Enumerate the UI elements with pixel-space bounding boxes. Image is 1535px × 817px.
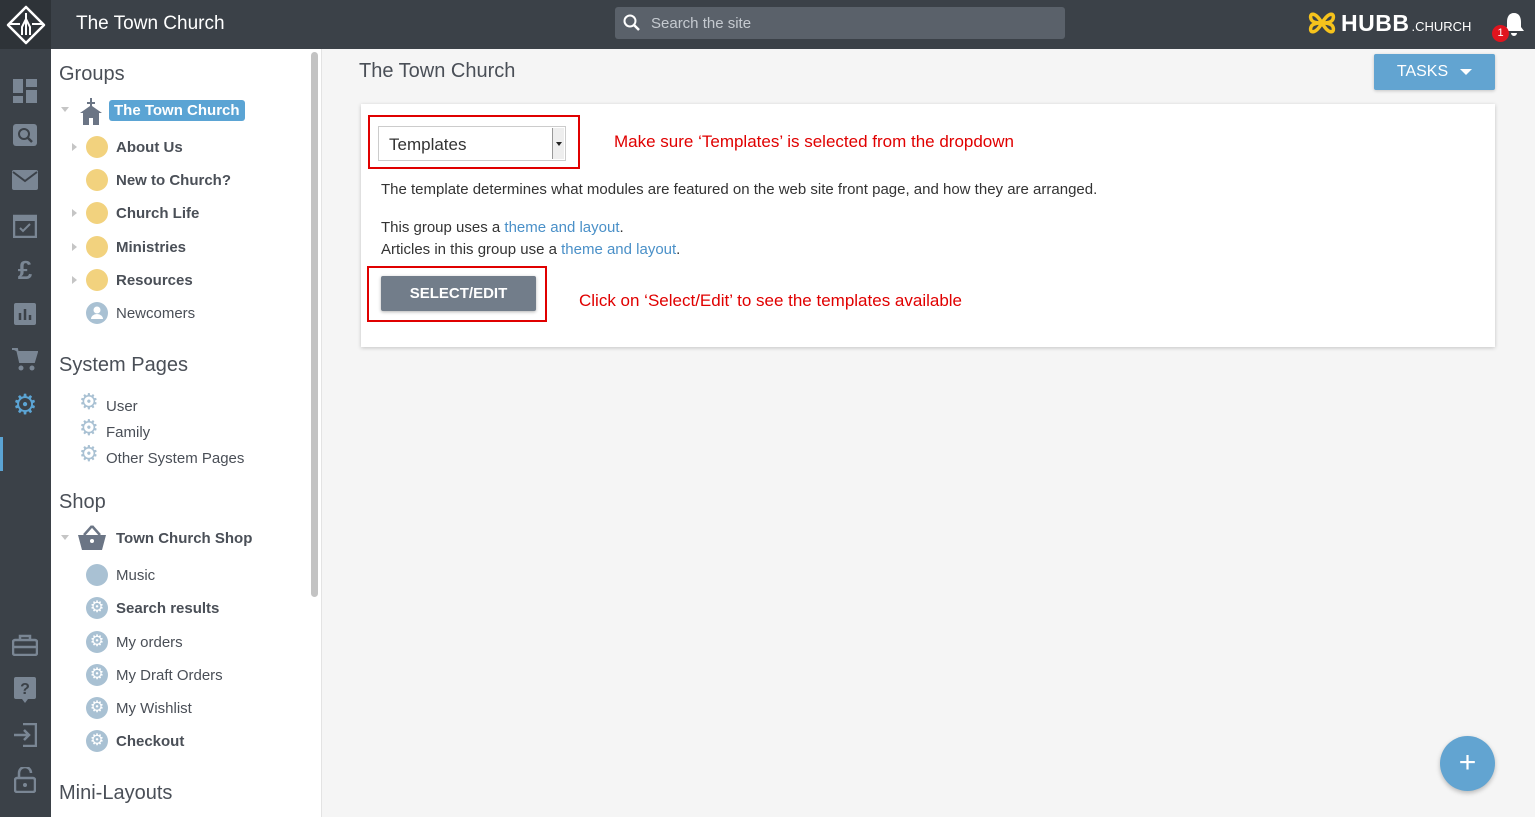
shop-item-checkout[interactable]: ⚙ Checkout <box>51 728 301 754</box>
search-placeholder: Search the site <box>651 14 752 32</box>
system-pages-heading: System Pages <box>59 354 188 376</box>
hubb-logo: HUBB .CHURCH <box>1307 9 1471 37</box>
collapse-icon[interactable] <box>61 107 69 112</box>
search-icon[interactable] <box>12 123 38 149</box>
svg-text:?: ? <box>20 681 30 698</box>
login-icon[interactable] <box>12 722 38 748</box>
expand-icon[interactable] <box>72 243 77 251</box>
chart-icon[interactable] <box>12 301 38 327</box>
mini-layouts-heading: Mini-Layouts <box>59 782 173 804</box>
expand-icon[interactable] <box>72 143 77 151</box>
dashboard-icon[interactable] <box>12 78 38 104</box>
gear-icon: ⚙ <box>86 697 108 719</box>
selected-group-label[interactable]: The Town Church <box>109 99 245 121</box>
collapse-icon[interactable] <box>61 535 69 540</box>
shop-item-my-orders[interactable]: ⚙ My orders <box>51 629 301 655</box>
group-theme-line: This group uses a theme and layout. <box>381 219 624 236</box>
select-edit-button[interactable]: SELECT/EDIT <box>381 276 536 311</box>
active-indicator <box>0 437 3 471</box>
sidebar-scrollbar[interactable] <box>308 49 322 817</box>
gear-icon[interactable]: ⚙ <box>12 389 38 420</box>
groups-heading: Groups <box>59 63 125 85</box>
gear-icon: ⚙ <box>79 415 99 440</box>
template-description: The template determines what modules are… <box>381 181 1098 198</box>
church-logo[interactable] <box>0 0 51 49</box>
expand-icon[interactable] <box>72 276 77 284</box>
tree-root-town-church[interactable]: The Town Church <box>51 97 301 125</box>
group-about-us[interactable]: About Us <box>51 134 301 160</box>
articles-theme-line: Articles in this group use a theme and l… <box>381 241 681 258</box>
app-title: The Town Church <box>76 13 225 34</box>
mail-icon[interactable] <box>12 167 38 193</box>
shop-item-music[interactable]: Music <box>51 562 301 588</box>
scrollbar-thumb[interactable] <box>311 52 318 597</box>
theme-layout-link[interactable]: theme and layout <box>504 219 619 236</box>
gear-icon: ⚙ <box>79 389 99 414</box>
system-page-other[interactable]: ⚙ Other System Pages <box>51 441 301 471</box>
shop-item-draft-orders[interactable]: ⚙ My Draft Orders <box>51 662 301 688</box>
add-button[interactable]: + <box>1440 736 1495 791</box>
articles-theme-layout-link[interactable]: theme and layout <box>561 241 676 258</box>
group-newcomers[interactable]: Newcomers <box>51 300 301 326</box>
gear-icon: ⚙ <box>86 597 108 619</box>
person-icon <box>86 302 108 324</box>
folder-icon <box>86 269 108 291</box>
caret-down-icon <box>1460 69 1473 75</box>
group-tree-sidebar: Groups The Town Church About Us New to C… <box>51 49 308 817</box>
page-title: The Town Church <box>359 60 516 82</box>
shop-item-wishlist[interactable]: ⚙ My Wishlist <box>51 695 301 721</box>
help-icon[interactable]: ? <box>12 677 38 703</box>
search-icon <box>623 14 640 31</box>
church-icon <box>80 98 102 125</box>
folder-icon <box>86 236 108 258</box>
gear-icon: ⚙ <box>86 664 108 686</box>
circle-icon <box>86 564 108 586</box>
top-bar: The Town Church Search the site HUBB .CHU… <box>0 0 1535 49</box>
group-new-to-church[interactable]: New to Church? <box>51 167 301 193</box>
shop-root[interactable]: Town Church Shop <box>51 525 301 551</box>
group-resources[interactable]: Resources <box>51 267 301 293</box>
gear-icon: ⚙ <box>86 631 108 653</box>
section-dropdown[interactable]: Templates <box>378 126 566 161</box>
shop-item-search-results[interactable]: ⚙ Search results <box>51 595 301 621</box>
gear-icon: ⚙ <box>79 441 99 466</box>
tasks-button[interactable]: TASKS <box>1374 54 1495 90</box>
shop-heading: Shop <box>59 491 106 513</box>
cart-icon[interactable] <box>12 346 38 372</box>
dropdown-arrow-icon[interactable] <box>552 128 564 159</box>
gear-icon: ⚙ <box>86 730 108 752</box>
notification-badge[interactable]: 1 <box>1492 25 1509 42</box>
search-input[interactable]: Search the site <box>615 7 1065 39</box>
basket-icon <box>78 525 106 550</box>
folder-icon <box>86 169 108 191</box>
expand-icon[interactable] <box>72 209 77 217</box>
group-ministries[interactable]: Ministries <box>51 234 301 260</box>
lock-icon[interactable] <box>12 767 38 793</box>
group-church-life[interactable]: Church Life <box>51 200 301 226</box>
folder-icon <box>86 136 108 158</box>
pound-icon[interactable]: £ <box>12 255 38 285</box>
icon-rail: £ ⚙ ? <box>0 49 51 817</box>
folder-icon <box>86 202 108 224</box>
briefcase-icon[interactable] <box>12 632 38 658</box>
calendar-icon[interactable] <box>12 212 38 238</box>
annotation-note-button: Click on ‘Select/Edit’ to see the templa… <box>579 291 963 310</box>
annotation-note-dropdown: Make sure ‘Templates’ is selected from t… <box>614 132 1014 151</box>
